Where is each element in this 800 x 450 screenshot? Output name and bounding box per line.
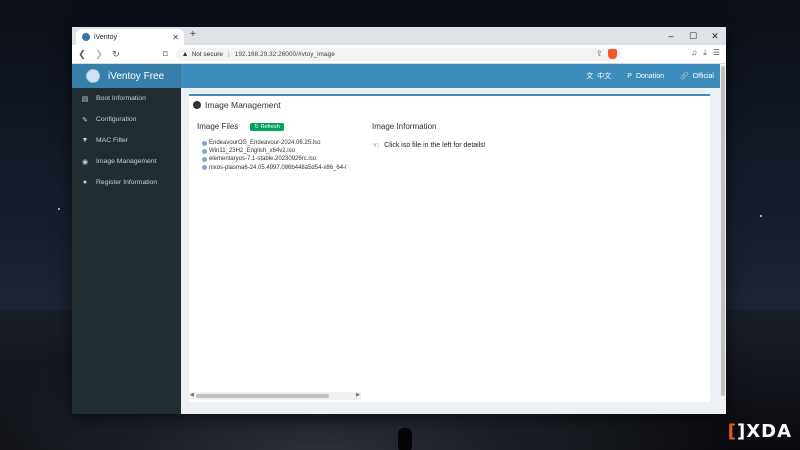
address-bar: ❮ ❯ ↻ ⌑ ▲ Not secure | 192.168.29.32:260… [72, 45, 726, 64]
silhouette-figure [398, 428, 412, 450]
sidebar-item-mac-filter[interactable]: ▼ MAC Filter [72, 130, 181, 151]
page-scrollbar[interactable] [720, 64, 726, 414]
disc-icon [193, 101, 201, 109]
url-text: 192.168.29.32:26000/#vtoy_image [234, 50, 335, 58]
sidebar-item-label: Configuration [96, 116, 137, 123]
scrollbar-thumb[interactable] [196, 394, 329, 398]
scroll-right-icon[interactable]: ▶ [356, 392, 360, 398]
sidebar-item-boot-information[interactable]: ▤ Boot Information [72, 88, 181, 109]
file-name: Win11_23H2_English_x64v2.iso [209, 148, 295, 155]
file-name: elementaryos-7.1-stable.20230926rc.iso [209, 156, 317, 163]
minimize-button[interactable]: – [660, 27, 682, 45]
image-information-header: Image Information [372, 122, 437, 131]
tab-close-icon[interactable]: ✕ [172, 33, 179, 42]
back-arrow-icon[interactable]: ❮ [75, 49, 89, 60]
list-item[interactable]: elementaryos-7.1-stable.20230926rc.iso [202, 155, 362, 163]
brand-name: iVentoy Free [108, 70, 165, 82]
new-tab-button[interactable]: + [190, 29, 196, 40]
scroll-left-icon[interactable]: ◀ [190, 392, 194, 398]
sidebar: ▤ Boot Information ✎ Configuration ▼ MAC… [72, 88, 181, 414]
top-navbar: iVentoy Free 文中文 P Donation 🔗 Official [72, 64, 726, 88]
sidebar-item-label: MAC Filter [96, 137, 129, 144]
maximize-button[interactable]: ☐ [682, 27, 704, 45]
download-icon[interactable]: ⤓ [703, 48, 707, 58]
browser-tools: ♫ ⤓ ☰ [691, 48, 720, 58]
star [58, 208, 60, 210]
browser-tab[interactable]: iVentoy ✕ [76, 29, 184, 45]
list-item[interactable]: nixos-plasma6-24.05.4997.086b448a5d54-x8… [202, 164, 362, 172]
disc-file-icon [202, 157, 207, 162]
disc-file-icon [202, 148, 207, 154]
image-file-list: EndeavourOS_Endeavour-2024.06.25.iso Win… [202, 139, 362, 172]
list-item[interactable]: Win11_23H2_English_x64v2.iso [202, 147, 362, 155]
iventoy-favicon-icon [82, 33, 90, 41]
disc-icon: ◉ [81, 158, 89, 166]
donation-link[interactable]: P Donation [627, 73, 664, 80]
bookmark-icon[interactable]: ⌑ [163, 49, 168, 60]
page-scrollbar-thumb[interactable] [721, 66, 725, 396]
forward-arrow-icon[interactable]: ❯ [92, 49, 106, 60]
list-icon: ▤ [81, 95, 89, 103]
filter-icon: ▼ [81, 137, 89, 144]
not-secure-label: Not secure [191, 50, 223, 58]
sidebar-item-image-management[interactable]: ◉ Image Management [72, 151, 181, 172]
share-icon[interactable]: ⇪ [596, 49, 603, 58]
brave-shield-icon[interactable] [607, 48, 617, 59]
list-item[interactable]: EndeavourOS_Endeavour-2024.06.25.iso [202, 139, 362, 147]
language-icon: 文 [586, 73, 594, 80]
xda-watermark: []XDA [727, 421, 792, 442]
paypal-icon: P [627, 72, 632, 80]
disc-file-icon [202, 165, 207, 171]
browser-window: iVentoy ✕ + – ☐ ✕ ❮ ❯ ↻ ⌑ ▲ Not secure |… [72, 27, 726, 414]
navbar-links: 文中文 P Donation 🔗 Official [586, 64, 714, 88]
music-icon[interactable]: ♫ [691, 48, 697, 58]
language-label: 中文 [597, 73, 612, 80]
content-area: Image Management Image Files ↻ Refresh E… [181, 88, 726, 414]
user-icon: ● [82, 179, 88, 186]
refresh-button[interactable]: ↻ Refresh [250, 122, 284, 131]
image-information-hint: ☜ Click iso file in the left for details… [372, 141, 486, 150]
official-link[interactable]: 🔗 Official [680, 72, 714, 80]
menu-icon[interactable]: ☰ [713, 48, 720, 58]
pointing-hand-icon: ☜ [372, 141, 380, 150]
iventoy-page: iVentoy Free 文中文 P Donation 🔗 Official ▤ B… [72, 64, 726, 414]
sidebar-item-register-information[interactable]: ● Register Information [72, 172, 181, 193]
hint-text: Click iso file in the left for details! [384, 142, 486, 149]
official-label: Official [692, 73, 714, 80]
close-window-button[interactable]: ✕ [704, 27, 726, 45]
language-link[interactable]: 文中文 [586, 71, 611, 81]
reload-icon[interactable]: ↻ [109, 49, 123, 60]
iventoy-logo-icon [86, 69, 100, 83]
url-separator: | [228, 50, 230, 58]
warning-icon: ▲ [181, 50, 189, 58]
star [760, 215, 762, 217]
image-files-label: Image Files [197, 122, 239, 131]
tab-title: iVentoy [94, 33, 117, 41]
sidebar-item-label: Boot Information [96, 95, 146, 102]
desktop-wallpaper: []XDA iVentoy ✕ + – ☐ ✕ ❮ ❯ ↻ ⌑ ▲ Not se… [0, 0, 800, 450]
disc-file-icon [202, 140, 207, 146]
file-list-scrollbar[interactable]: ◀ ▶ [189, 392, 361, 400]
donation-label: Donation [635, 72, 664, 80]
window-controls: – ☐ ✕ [660, 27, 726, 45]
sidebar-item-configuration[interactable]: ✎ Configuration [72, 109, 181, 130]
link-icon: 🔗 [680, 73, 689, 80]
refresh-label: Refresh [260, 123, 280, 130]
file-name: nixos-plasma6-24.05.4997.086b448a5d54-x8… [209, 164, 347, 171]
brand[interactable]: iVentoy Free [72, 64, 181, 88]
image-files-header: Image Files ↻ Refresh [197, 122, 284, 131]
file-name: EndeavourOS_Endeavour-2024.06.25.iso [209, 140, 321, 146]
wrench-icon: ✎ [82, 116, 88, 124]
url-field[interactable]: ▲ Not secure | 192.168.29.32:26000/#vtoy… [175, 47, 621, 61]
sidebar-item-label: Image Management [96, 158, 157, 165]
image-management-box: Image Management Image Files ↻ Refresh E… [189, 94, 710, 402]
xda-text: XDA [746, 421, 792, 442]
sidebar-item-label: Register Information [96, 179, 158, 186]
page-title: Image Management [193, 100, 281, 110]
page-title-text: Image Management [205, 100, 281, 110]
tab-bar: iVentoy ✕ + – ☐ ✕ [72, 27, 726, 45]
